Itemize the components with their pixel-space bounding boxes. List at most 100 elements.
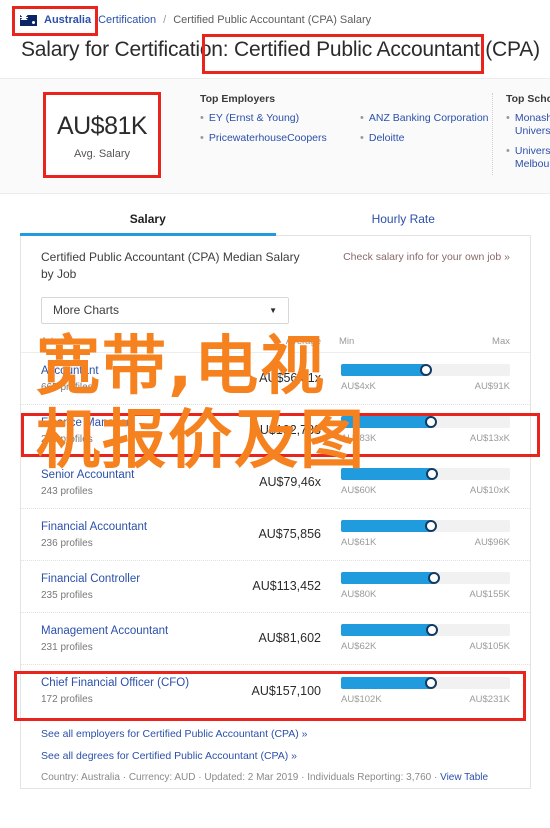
check-own-job-link[interactable]: Check salary info for your own job » [343,251,510,263]
range-track[interactable] [341,364,510,377]
range-scale: AU$83K AU$13xK [341,433,510,444]
range-knob[interactable] [424,676,437,689]
row-profiles: 243 profiles [41,485,93,497]
range-knob[interactable] [419,364,432,377]
row-range-bar: AU$4xK AU$91K [321,364,510,392]
tab-hourly-rate[interactable]: Hourly Rate [276,203,532,235]
row-job-title[interactable]: Chief Financial Officer (CFO) [41,676,237,691]
chart-rows: Accountant 665 profiles AU$56,81x AU$4xK AU$… [21,353,530,717]
col-header-max: Max [492,335,510,347]
page-root: Australia Certification / Certified Publ… [0,0,550,828]
bullet-dot-icon: • [200,132,204,145]
row-job-cell: Senior Accountant 243 profiles [41,468,237,497]
range-scale: AU$61K AU$96K [341,537,510,548]
table-row: Finance Manager 289 profiles AU$102,733 AU$… [21,405,530,457]
hero-divider [492,93,493,175]
row-min-label: AU$62K [341,641,377,653]
range-track[interactable] [341,416,510,429]
employer-item[interactable]: • ANZ Banking Corporation [360,112,510,125]
employer-item[interactable]: • EY (Ernst & Young) [200,112,360,125]
row-max-label: AU$231K [469,693,510,705]
row-average-value: AU$113,452 [252,579,321,594]
tab-salary[interactable]: Salary [20,203,276,236]
row-profiles: 172 profiles [41,694,93,706]
range-track[interactable] [341,624,510,637]
range-scale: AU$62K AU$105K [341,641,510,652]
top-employers-block: Top Employers • EY (Ernst & Young) • Price… [200,93,510,145]
range-fill [341,624,433,637]
row-max-label: AU$96K [474,537,510,549]
row-range-bar: AU$80K AU$155K [321,572,510,600]
bullet-dot-icon: • [200,112,204,124]
range-knob[interactable] [426,468,439,481]
top-schools-heading: Top Schools [506,93,550,105]
row-job-title[interactable]: Senior Accountant [41,468,237,483]
employer-label: Deloitte [368,132,405,145]
view-table-link[interactable]: View Table [440,772,488,783]
card-header: Certified Public Accountant (CPA) Median… [21,236,530,284]
row-average-value: AU$56,81x [259,371,321,386]
page-title: Salary for Certification: Certified Publ… [21,38,540,61]
school-item[interactable]: • University of Melbourne [506,145,550,171]
row-min-label: AU$61K [341,537,377,549]
row-job-title[interactable]: Management Accountant [41,624,237,639]
row-range-bar: AU$83K AU$13xK [321,416,510,444]
row-job-title[interactable]: Finance Manager [41,416,237,431]
employer-item[interactable]: • Deloitte [360,132,510,145]
table-row: Chief Financial Officer (CFO) 172 profile… [21,665,530,717]
row-range-bar: AU$61K AU$96K [321,520,510,548]
row-job-title[interactable]: Financial Accountant [41,520,237,535]
range-scale: AU$102K AU$231K [341,694,510,705]
row-job-cell: Financial Controller 235 profiles [41,572,237,601]
row-max-label: AU$105K [469,641,510,653]
range-knob[interactable] [424,416,437,429]
range-scale: AU$60K AU$10xK [341,485,510,496]
chevron-down-icon: ▼ [269,305,277,315]
breadcrumb-certification[interactable]: Certification [98,14,156,26]
table-row: Management Accountant 231 profiles AU$81,6… [21,613,530,665]
range-track[interactable] [341,572,510,585]
row-profiles: 231 profiles [41,641,93,653]
row-job-cell: Chief Financial Officer (CFO) 172 profile… [41,676,237,705]
table-row: Accountant 665 profiles AU$56,81x AU$4xK AU$… [21,353,530,405]
row-min-label: AU$102K [341,693,382,705]
range-knob[interactable] [424,520,437,533]
row-job-title[interactable]: Accountant [41,364,237,379]
range-fill [341,364,426,377]
employer-label: ANZ Banking Corporation [368,112,489,124]
row-range-bar: AU$60K AU$10xK [321,468,510,496]
see-all-employers-link[interactable]: See all employers for Certified Public A… [41,728,510,740]
row-job-cell: Accountant 665 profiles [41,364,237,393]
employer-label: PricewaterhouseCoopers [208,132,327,145]
table-row: Financial Accountant 236 profiles AU$75,85… [21,509,530,561]
range-scale: AU$80K AU$155K [341,589,510,600]
see-all-degrees-link[interactable]: See all degrees for Certified Public Acc… [41,750,510,762]
breadcrumb-country[interactable]: Australia [44,14,91,26]
row-job-title[interactable]: Financial Controller [41,572,237,587]
range-track[interactable] [341,468,510,481]
school-item[interactable]: • Monash University [506,112,550,138]
range-knob[interactable] [426,624,439,637]
employer-label: EY (Ernst & Young) [208,112,300,124]
more-charts-dropdown[interactable]: More Charts ▼ [41,296,289,324]
table-row: Financial Controller 235 profiles AU$113,4… [21,561,530,613]
row-profiles: 665 profiles [41,381,93,393]
row-profiles: 235 profiles [41,589,93,601]
row-average-value: AU$79,46x [259,475,321,490]
avg-salary-value: AU$81K [56,112,148,140]
range-knob[interactable] [427,572,440,585]
row-max-label: AU$10xK [469,485,510,497]
range-scale: AU$4xK AU$91K [341,381,510,392]
row-max-label: AU$91K [474,381,510,393]
row-min-label: AU$4xK [341,381,376,393]
range-fill [341,572,434,585]
row-min-label: AU$60K [341,485,377,497]
row-max-label: AU$13xK [469,433,510,445]
range-fill [341,468,433,481]
range-track[interactable] [341,676,510,689]
row-profiles: 289 profiles [41,433,93,445]
employer-item[interactable]: • PricewaterhouseCoopers [200,132,360,145]
range-track[interactable] [341,520,510,533]
row-average-value: AU$75,856 [258,527,321,542]
table-row: Senior Accountant 243 profiles AU$79,46x AU… [21,457,530,509]
